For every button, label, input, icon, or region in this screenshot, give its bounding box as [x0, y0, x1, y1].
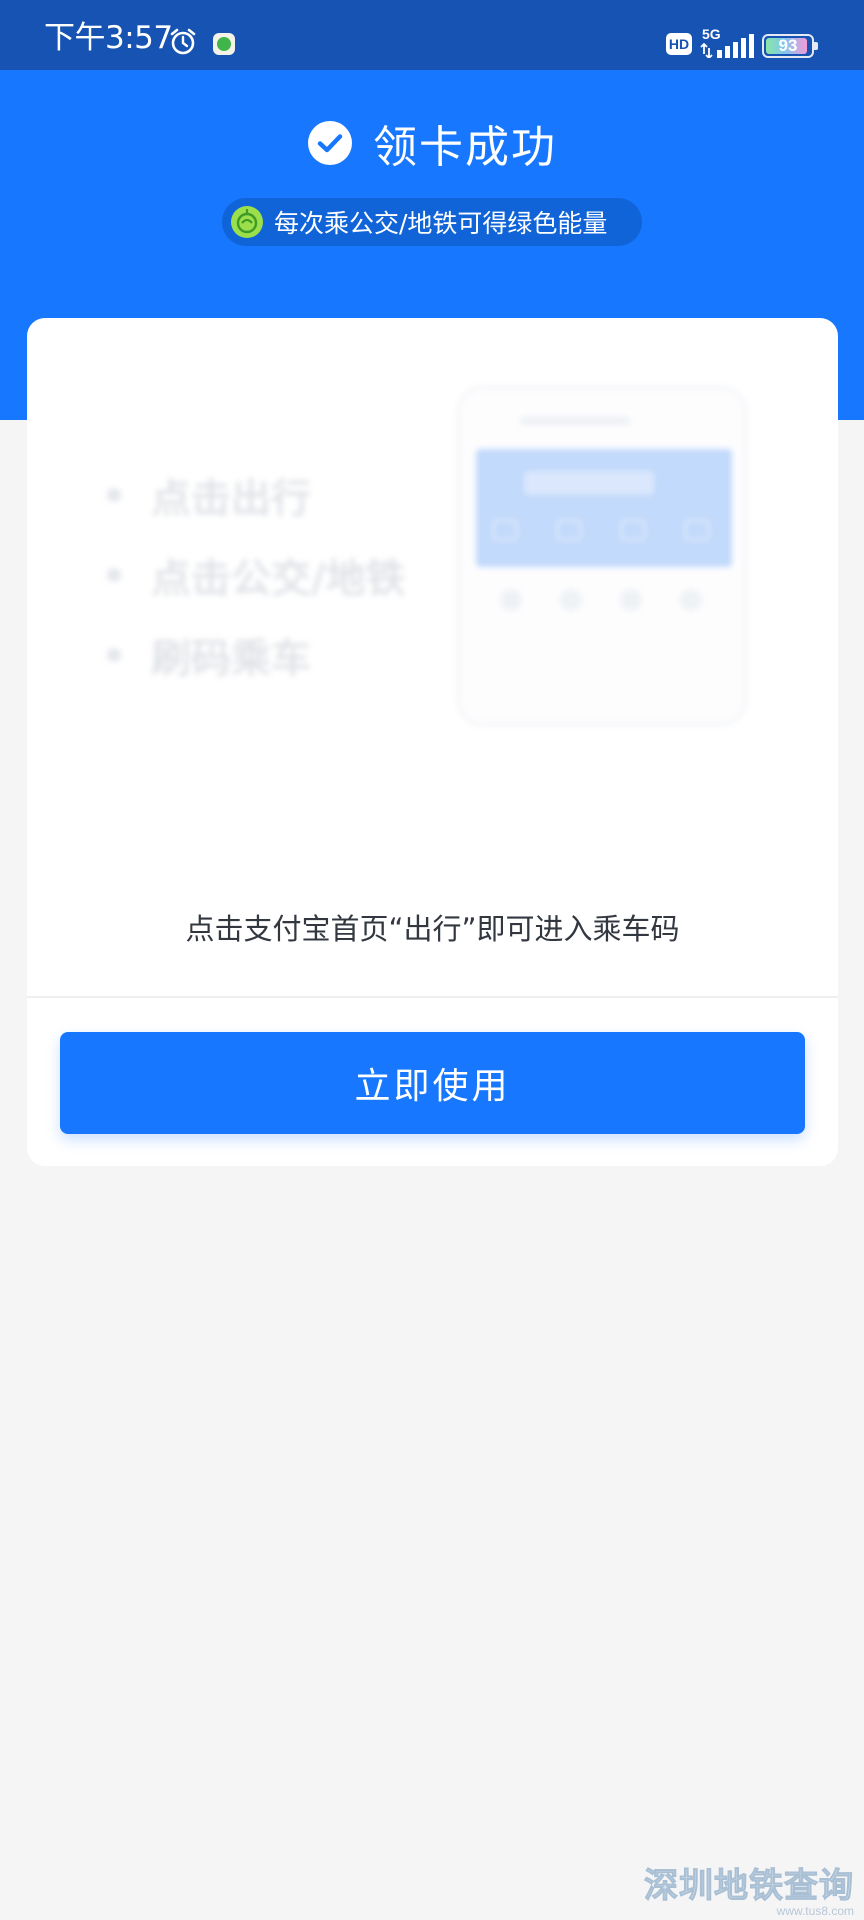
- success-banner: 领卡成功: [0, 110, 864, 176]
- travel-icon: [620, 519, 646, 541]
- green-energy-tip: 每次乘公交/地铁可得绿色能量: [222, 198, 642, 246]
- green-energy-leaf-icon: [231, 206, 263, 238]
- battery-tip: [814, 42, 818, 50]
- status-time: 下午3:57: [44, 20, 173, 56]
- status-bar: 下午3:57 HD 5G 93: [0, 0, 864, 70]
- success-card: 点击出行 点击公交/地铁 刷码乘车 点击支付宝首页“出行”即可进入乘车码 立即使…: [27, 318, 838, 1166]
- battery-icon: 93: [762, 34, 814, 58]
- watermark-url: www.tus8.com: [776, 1904, 854, 1918]
- scan-icon: [492, 519, 518, 541]
- battery-level-text: 93: [778, 36, 798, 55]
- guide-step: 刷码乘车: [107, 630, 407, 682]
- use-now-button[interactable]: 立即使用: [60, 1032, 805, 1134]
- pay-icon: [556, 519, 582, 541]
- guide-step-label: 点击公交/地铁: [151, 556, 406, 602]
- guide-step: 点击公交/地铁: [107, 550, 407, 602]
- phone-home-panel: [476, 449, 732, 567]
- check-circle-icon: [308, 121, 352, 165]
- app-icon: [500, 589, 522, 611]
- watermark-text: 深圳地铁查询: [644, 1866, 854, 1907]
- app-icon: [620, 589, 642, 611]
- guide-steps: 点击出行 点击公交/地铁 刷码乘车: [107, 458, 407, 838]
- green-energy-text: 每次乘公交/地铁可得绿色能量: [274, 209, 608, 238]
- bullet-dot: [107, 568, 121, 582]
- entry-hint-text: 点击支付宝首页“出行”即可进入乘车码: [185, 912, 680, 946]
- app-icon: [680, 589, 702, 611]
- phone-mockup: [457, 386, 747, 726]
- watermark: 深圳地铁查询 www.tus8.com: [634, 1858, 855, 1919]
- bullet-dot: [107, 488, 121, 502]
- alarm-clock-icon: [170, 28, 196, 55]
- guide-illustration: 点击出行 点击公交/地铁 刷码乘车: [107, 386, 757, 838]
- app-icon: [560, 589, 582, 611]
- bullet-dot: [107, 648, 121, 662]
- signal-bars-icon: [700, 34, 754, 58]
- hd-voice-icon: HD: [666, 33, 692, 55]
- phone-title-bar: [520, 417, 630, 425]
- success-title: 领卡成功: [373, 122, 557, 173]
- guide-step: 点击出行: [107, 470, 407, 522]
- phone-search-bar: [524, 471, 654, 495]
- guide-step-label: 点击出行: [151, 476, 311, 522]
- guide-step-label: 刷码乘车: [151, 636, 311, 682]
- divider: [27, 996, 838, 998]
- app-notification-icon: [213, 33, 235, 55]
- card-icon: [684, 519, 710, 541]
